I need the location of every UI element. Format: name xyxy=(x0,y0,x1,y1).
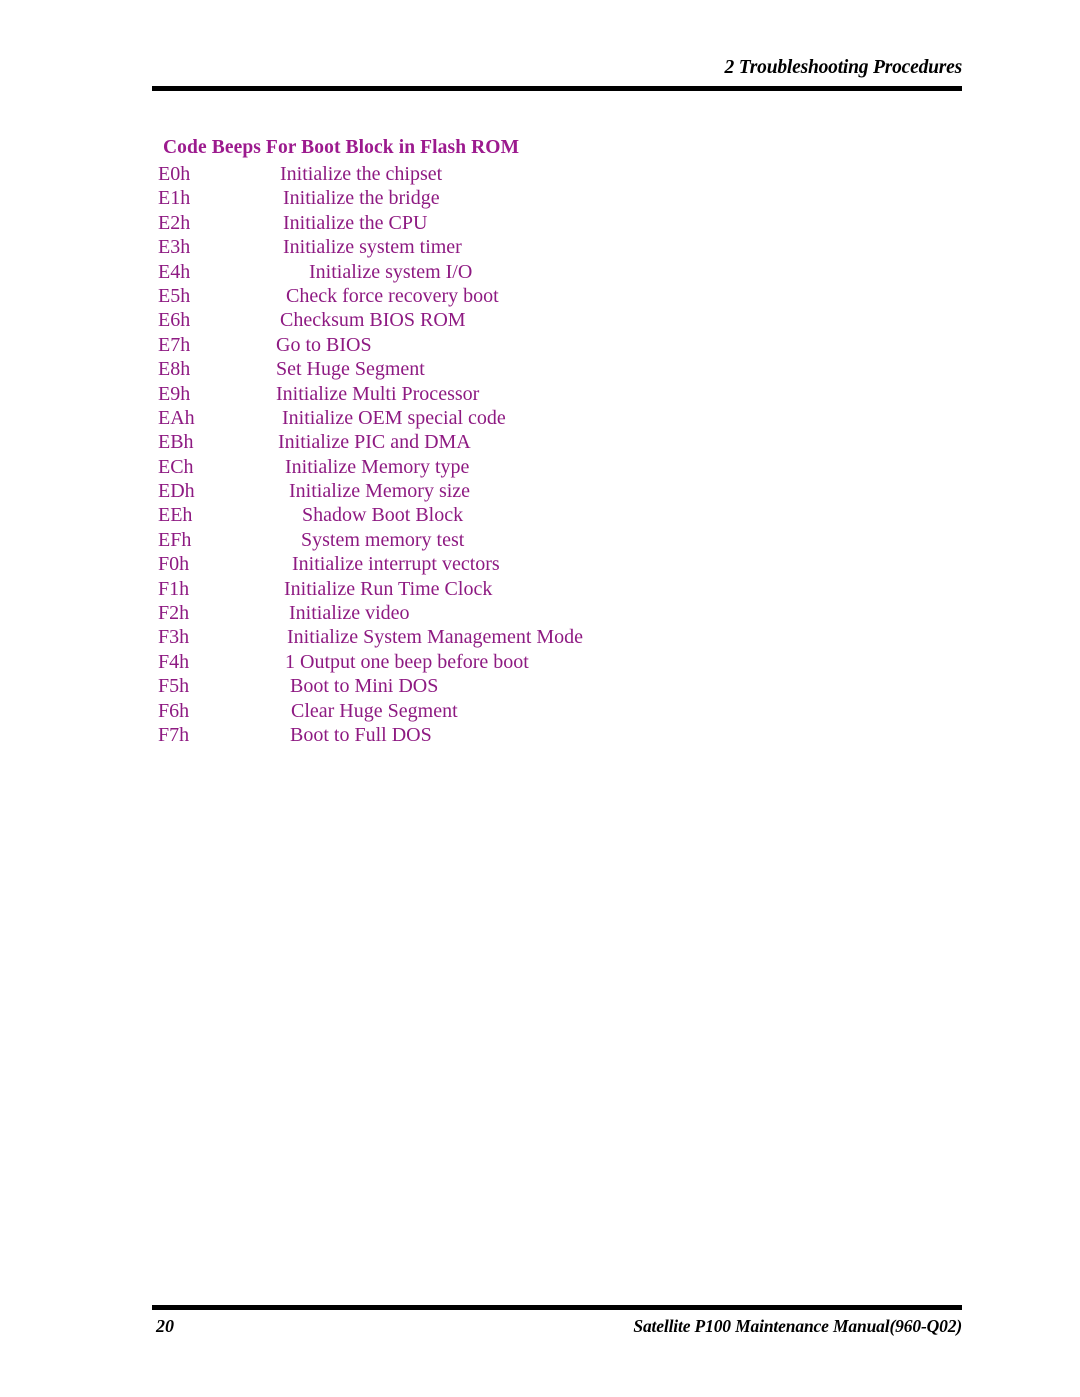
section-heading: Code Beeps For Boot Block in Flash ROM xyxy=(163,137,520,158)
header-chapter-title: 2 Troubleshooting Procedures xyxy=(724,57,963,78)
code-description: Initialize the chipset xyxy=(280,163,443,185)
code-key: E5h xyxy=(158,284,191,307)
code-key: E8h xyxy=(158,358,191,381)
code-key: F2h xyxy=(158,602,190,625)
footer-page-number: 20 xyxy=(156,1316,174,1336)
document-page: 2 Troubleshooting Procedures Code Beeps … xyxy=(0,0,1080,1397)
code-description: Go to BIOS xyxy=(276,333,372,356)
code-row: EEh Shadow Boot Block xyxy=(0,503,1080,527)
code-description: Initialize Memory size xyxy=(289,480,471,503)
page-footer: 20 Satellite P100 Maintenance Manual(960… xyxy=(152,1313,962,1343)
code-description: Initialize System Management Mode xyxy=(287,626,584,649)
code-row: EDh Initialize Memory size xyxy=(0,479,1080,503)
code-row: F1h Initialize Run Time Clock xyxy=(0,577,1080,601)
code-description: Clear Huge Segment xyxy=(291,699,458,722)
code-key: EDh xyxy=(158,480,195,503)
code-row: E1h Initialize the bridge xyxy=(0,186,1080,210)
code-row: E2h Initialize the CPU xyxy=(0,211,1080,235)
code-row: F4h 1 Output one beep before boot xyxy=(0,650,1080,674)
code-row: E0h Initialize the chipset xyxy=(0,162,1080,186)
code-description: Initialize Run Time Clock xyxy=(284,577,493,600)
header-divider-rule xyxy=(152,86,962,91)
code-description: Check force recovery boot xyxy=(286,284,499,307)
code-row: EAh Initialize OEM special code xyxy=(0,406,1080,430)
code-description: Initialize system I/O xyxy=(309,260,473,283)
code-row: F2h Initialize video xyxy=(0,601,1080,625)
code-description: Initialize video xyxy=(289,602,410,625)
code-row: E3h Initialize system timer xyxy=(0,235,1080,259)
code-key: F1h xyxy=(158,577,190,600)
footer-divider-rule xyxy=(152,1305,962,1310)
code-row: E8h Set Huge Segment xyxy=(0,357,1080,381)
code-key: ECh xyxy=(158,455,194,478)
code-key: F6h xyxy=(158,699,190,722)
code-row: E6h Checksum BIOS ROM xyxy=(0,308,1080,332)
code-description: Initialize the bridge xyxy=(283,187,440,210)
code-key: E7h xyxy=(158,333,191,356)
code-key: F4h xyxy=(158,650,190,673)
code-row: E7h Go to BIOS xyxy=(0,333,1080,357)
code-row: EFh System memory test xyxy=(0,528,1080,552)
code-row: E5h Check force recovery boot xyxy=(0,284,1080,308)
code-row: ECh Initialize Memory type xyxy=(0,455,1080,479)
code-key: E0h xyxy=(158,163,191,185)
code-row: F5h Boot to Mini DOS xyxy=(0,674,1080,698)
code-description: Initialize interrupt vectors xyxy=(292,553,500,576)
code-description: Initialize Memory type xyxy=(285,455,470,478)
code-description: Initialize system timer xyxy=(283,236,462,259)
code-description: Initialize the CPU xyxy=(283,211,428,234)
code-description: Initialize Multi Processor xyxy=(276,382,480,405)
code-key: E6h xyxy=(158,309,191,332)
code-row: E9h Initialize Multi Processor xyxy=(0,382,1080,406)
code-key: F0h xyxy=(158,553,190,576)
code-key: E1h xyxy=(158,187,191,210)
code-description: Shadow Boot Block xyxy=(302,504,464,527)
code-key: E4h xyxy=(158,260,191,283)
code-row: E4h Initialize system I/O xyxy=(0,260,1080,284)
code-row: EBh Initialize PIC and DMA xyxy=(0,430,1080,454)
code-key: EBh xyxy=(158,431,194,454)
code-key: F3h xyxy=(158,626,190,649)
code-key: E2h xyxy=(158,211,191,234)
code-key: F5h xyxy=(158,675,190,698)
code-description: Set Huge Segment xyxy=(276,358,425,381)
code-description: Initialize PIC and DMA xyxy=(278,431,471,454)
code-key: EEh xyxy=(158,504,193,527)
code-key: E3h xyxy=(158,236,191,259)
footer-manual-title: Satellite P100 Maintenance Manual(960-Q0… xyxy=(633,1316,962,1336)
code-description: Boot to Mini DOS xyxy=(290,675,439,698)
code-description: Checksum BIOS ROM xyxy=(280,309,466,332)
code-row: F3h Initialize System Management Mode xyxy=(0,625,1080,649)
code-row: F7h Boot to Full DOS xyxy=(0,723,1080,747)
code-description: System memory test xyxy=(301,528,465,551)
code-description: Initialize OEM special code xyxy=(282,406,506,429)
code-description: Boot to Full DOS xyxy=(290,723,432,746)
code-key: E9h xyxy=(158,382,191,405)
code-row: F6h Clear Huge Segment xyxy=(0,699,1080,723)
code-key: EFh xyxy=(158,528,192,551)
code-key: F7h xyxy=(158,723,190,746)
code-key: EAh xyxy=(158,406,195,429)
code-row: F0h Initialize interrupt vectors xyxy=(0,552,1080,576)
beep-code-list: E0h Initialize the chipset E1h Initialize t… xyxy=(0,162,1080,747)
code-description: 1 Output one beep before boot xyxy=(285,650,529,673)
